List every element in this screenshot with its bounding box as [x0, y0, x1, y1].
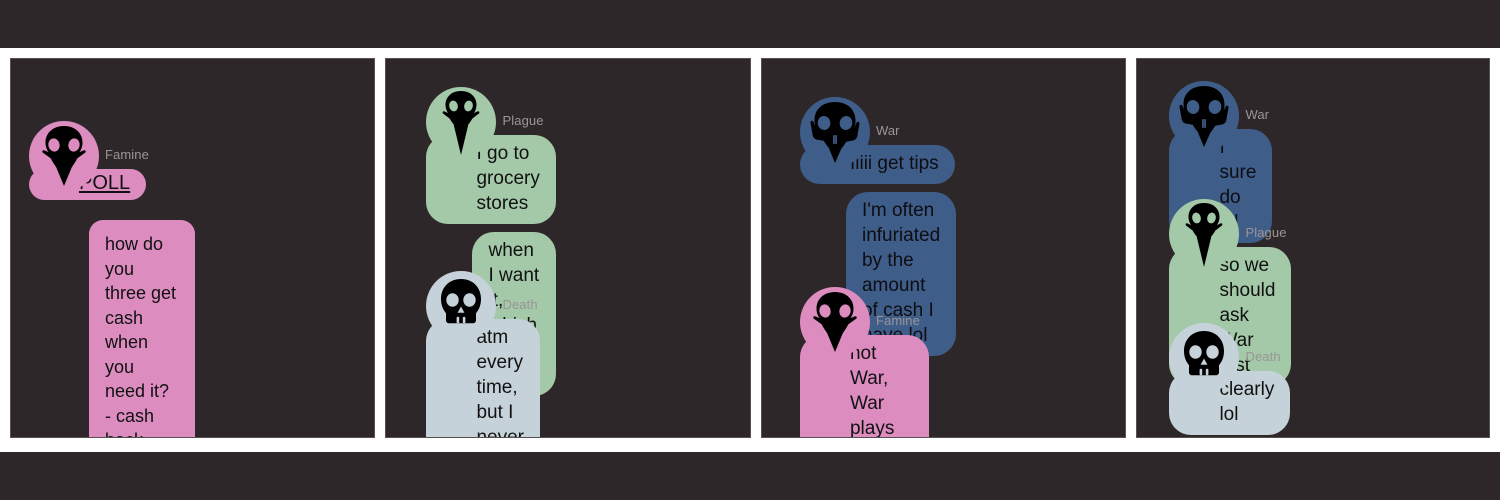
comic-panel-3: War Iiiii get tips I'm often infuriated by…: [760, 58, 1127, 438]
human-skull-icon: [426, 271, 497, 341]
message-author-label: Plague: [502, 113, 544, 128]
feline-skull-icon: [1169, 81, 1240, 151]
long-beak-skull-icon: [1169, 199, 1240, 269]
message-author-label: Famine: [105, 147, 149, 162]
panel-row: Famine POLL how do you three get cash when…: [10, 58, 1491, 438]
message-author-label: Death: [1245, 349, 1281, 364]
message-author-label: Famine: [875, 313, 920, 328]
message-author-label: War: [875, 123, 900, 138]
message-author-label: Plague: [1245, 225, 1287, 240]
bubble-stack: POLL how do you three get cash when you n…: [29, 169, 196, 437]
bird-skull-icon: [29, 121, 99, 191]
long-beak-skull-icon: [426, 87, 497, 157]
comic-panel-2: Plague I go to grocery stores when I want …: [385, 58, 751, 438]
comic-panel-1: Famine POLL how do you three get cash when…: [10, 58, 376, 438]
comic-panel-4: WarI sure do lol Plagueso we should ask …: [1136, 58, 1491, 438]
message-author-label: Death: [502, 297, 538, 312]
feline-skull-icon: [799, 97, 870, 167]
message-author-label: War: [1245, 107, 1270, 122]
comic-strip: Famine POLL how do you three get cash when…: [0, 0, 1500, 500]
bubble-row: how do you three get cash when you need …: [29, 220, 196, 437]
bottom-bar: [0, 452, 1500, 500]
bird-skull-icon: [799, 287, 870, 357]
chat-bubble: how do you three get cash when you need …: [89, 220, 196, 437]
human-skull-icon: [1169, 323, 1240, 393]
top-bar: [0, 0, 1500, 48]
